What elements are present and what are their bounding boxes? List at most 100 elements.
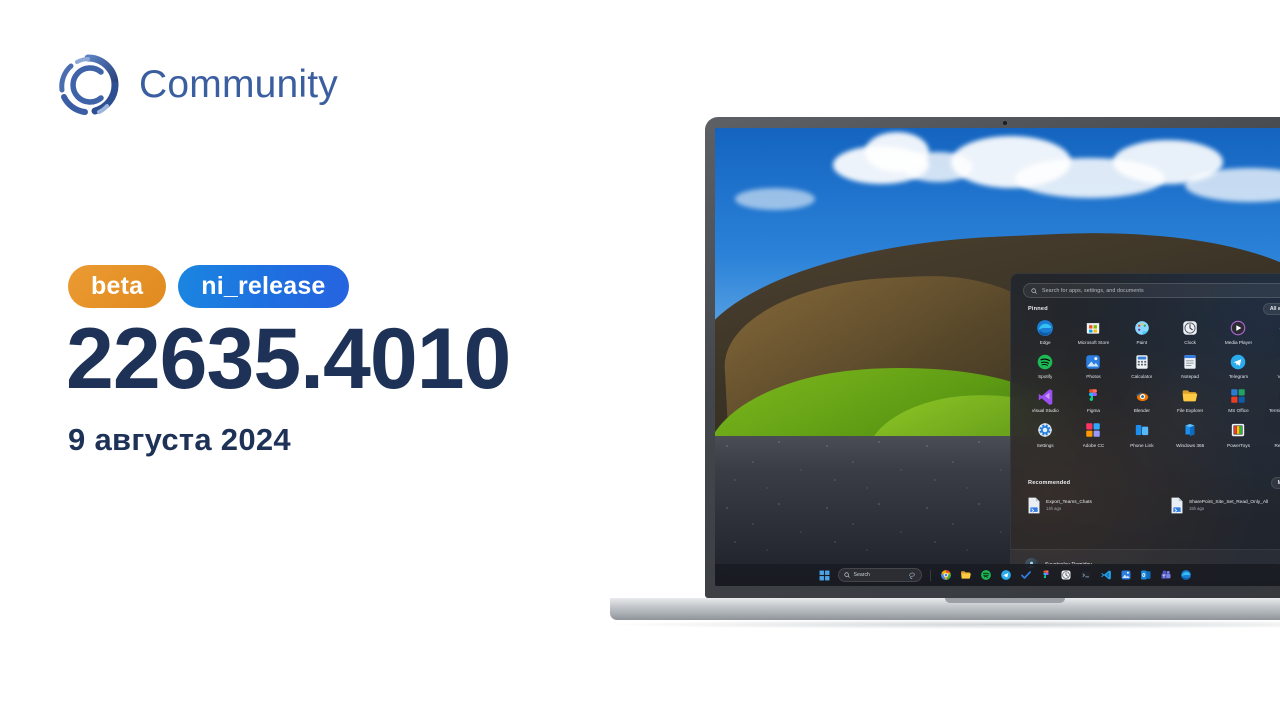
recommended-title: Recommended bbox=[1028, 480, 1071, 486]
recommended-item[interactable]: Export_Teams_Chats 14h ago bbox=[1023, 494, 1166, 517]
edge-icon bbox=[1036, 318, 1055, 337]
visual-studio-icon bbox=[1036, 386, 1055, 405]
app-label: Figma bbox=[1086, 408, 1100, 414]
app-tile-calculator[interactable]: Calculator bbox=[1118, 352, 1166, 379]
webcam-icon bbox=[1003, 121, 1007, 125]
recommended-item-name: SharePoint_Site_Set_Read_Only_All bbox=[1189, 499, 1269, 505]
adobe-cc-icon bbox=[1084, 421, 1103, 440]
taskbar-separator bbox=[929, 569, 931, 581]
badge-beta: beta bbox=[68, 265, 167, 308]
slide-canvas: Community beta ni_release 22635.4010 9 а… bbox=[0, 0, 1280, 720]
app-label: Clock bbox=[1184, 340, 1197, 345]
app-tile-ms-office[interactable]: MS Office bbox=[1214, 386, 1262, 413]
app-tile-visual-studio[interactable]: Visual Studio bbox=[1021, 386, 1069, 413]
laptop-base bbox=[610, 598, 1280, 620]
app-tile-terminal-preview[interactable]: Terminal Preview bbox=[1263, 386, 1280, 413]
badge-ni-release: ni_release bbox=[178, 265, 349, 308]
app-label: Settings bbox=[1036, 442, 1054, 448]
photos-icon[interactable] bbox=[1119, 568, 1133, 582]
document-icon bbox=[1171, 497, 1183, 514]
clock-icon[interactable] bbox=[1059, 568, 1073, 582]
app-tile-edge[interactable]: Edge bbox=[1021, 318, 1069, 345]
app-tile-to-do[interactable]: To Do bbox=[1263, 318, 1280, 345]
app-tile-media-player[interactable]: Media Player bbox=[1214, 318, 1262, 345]
start-menu[interactable]: Search for apps, settings, and documents… bbox=[1010, 273, 1280, 580]
microsoft-store-icon bbox=[1084, 318, 1103, 337]
app-tile-file-explorer[interactable]: File Explorer bbox=[1166, 386, 1214, 413]
spotify-icon bbox=[1036, 352, 1055, 371]
app-tile-adobe-cc[interactable]: Adobe CC bbox=[1069, 421, 1117, 448]
app-tile-spotify[interactable]: Spotify bbox=[1021, 352, 1069, 379]
app-tile-powertoys[interactable]: PowerToys bbox=[1214, 421, 1262, 448]
terminal-icon[interactable] bbox=[1079, 568, 1093, 582]
app-tile-blender[interactable]: Blender bbox=[1118, 386, 1166, 413]
spotify-icon[interactable] bbox=[979, 568, 993, 582]
telegram-icon[interactable] bbox=[999, 568, 1013, 582]
app-tile-vs-code[interactable]: VS Code bbox=[1263, 352, 1280, 379]
app-tile-figma[interactable]: Figma bbox=[1069, 386, 1117, 413]
release-date: 9 августа 2024 bbox=[68, 422, 291, 457]
photos-icon bbox=[1084, 352, 1103, 371]
app-label: Visual Studio bbox=[1031, 408, 1059, 414]
brand-name: Community bbox=[139, 63, 339, 106]
laptop-screen: Search for apps, settings, and documents… bbox=[715, 128, 1280, 586]
recommended-item-time: 14h ago bbox=[1046, 505, 1062, 511]
app-tile-phone-link[interactable]: Phone Link bbox=[1118, 421, 1166, 448]
blender-icon bbox=[1132, 386, 1151, 405]
app-label: PowerToys bbox=[1227, 442, 1250, 448]
app-label: Paint bbox=[1136, 340, 1148, 345]
app-label: Media Player bbox=[1224, 340, 1253, 345]
pinned-apps-grid: Edge Microsoft Store Paint Clock Media P… bbox=[1021, 318, 1280, 448]
file-explorer-icon[interactable] bbox=[959, 568, 973, 582]
outlook-icon[interactable] bbox=[1139, 568, 1153, 582]
app-label: Microsoft Store bbox=[1077, 340, 1110, 345]
taskbar-search-text: Search bbox=[853, 572, 870, 578]
app-tile-telegram[interactable]: Telegram bbox=[1214, 352, 1262, 379]
recommended-item-time: 15h ago bbox=[1189, 505, 1205, 511]
clock-icon bbox=[1181, 318, 1200, 337]
taskbar-search-box[interactable]: Search bbox=[837, 568, 922, 582]
more-button[interactable]: More bbox=[1270, 477, 1280, 489]
chrome-icon[interactable] bbox=[939, 568, 953, 582]
to-do-icon[interactable] bbox=[1019, 568, 1033, 582]
app-label: Telegram bbox=[1228, 374, 1249, 380]
app-tile-windows-365[interactable]: Windows 365 bbox=[1166, 421, 1214, 448]
figma-icon[interactable] bbox=[1039, 568, 1053, 582]
telegram-icon bbox=[1229, 352, 1248, 371]
figma-icon bbox=[1084, 386, 1103, 405]
vs-code-icon[interactable] bbox=[1099, 568, 1113, 582]
app-tile-microsoft-store[interactable]: Microsoft Store bbox=[1069, 318, 1117, 345]
app-label: Edge bbox=[1039, 340, 1051, 345]
edge-icon[interactable] bbox=[1179, 568, 1193, 582]
app-tile-photos[interactable]: Photos bbox=[1069, 352, 1117, 379]
copilot-icon[interactable] bbox=[908, 571, 916, 579]
brand-lockup: Community bbox=[55, 52, 338, 118]
app-label: MS Office bbox=[1228, 408, 1249, 414]
powertoys-icon bbox=[1229, 421, 1248, 440]
recommended-item[interactable]: SharePoint_Site_Set_Read_Only_All 15h ag… bbox=[1166, 494, 1280, 517]
start-search-input[interactable]: Search for apps, settings, and documents bbox=[1023, 283, 1280, 298]
calculator-icon bbox=[1132, 352, 1151, 371]
recommended-list: Export_Teams_Chats 14h ago SharePoint_Si… bbox=[1023, 494, 1280, 517]
app-tile-paint[interactable]: Paint bbox=[1118, 318, 1166, 345]
all-apps-button[interactable]: All apps bbox=[1262, 303, 1280, 315]
recommended-item-name: Export_Teams_Chats bbox=[1046, 499, 1092, 505]
search-icon bbox=[1031, 287, 1037, 294]
teams-icon[interactable] bbox=[1159, 568, 1173, 582]
app-tile-notepad[interactable]: Notepad bbox=[1166, 352, 1214, 379]
windows-start-icon[interactable] bbox=[818, 568, 832, 582]
app-label: File Explorer bbox=[1177, 408, 1204, 414]
media-player-icon bbox=[1229, 318, 1248, 337]
app-label: Blender bbox=[1133, 408, 1150, 414]
app-label: Windows 365 bbox=[1176, 442, 1205, 448]
app-tile-settings[interactable]: Settings bbox=[1021, 421, 1069, 448]
app-label: Spotify bbox=[1037, 374, 1053, 380]
laptop-device: Search for apps, settings, and documents… bbox=[610, 117, 1280, 629]
taskbar[interactable]: Search bbox=[715, 564, 1280, 586]
paint-icon bbox=[1132, 318, 1151, 337]
app-label: Adobe CC bbox=[1082, 442, 1105, 448]
ms-office-icon bbox=[1229, 386, 1248, 405]
app-tile-recycle-bin[interactable]: Recycle Bin bbox=[1263, 421, 1280, 448]
phone-link-icon bbox=[1132, 421, 1151, 440]
app-tile-clock[interactable]: Clock bbox=[1166, 318, 1214, 345]
